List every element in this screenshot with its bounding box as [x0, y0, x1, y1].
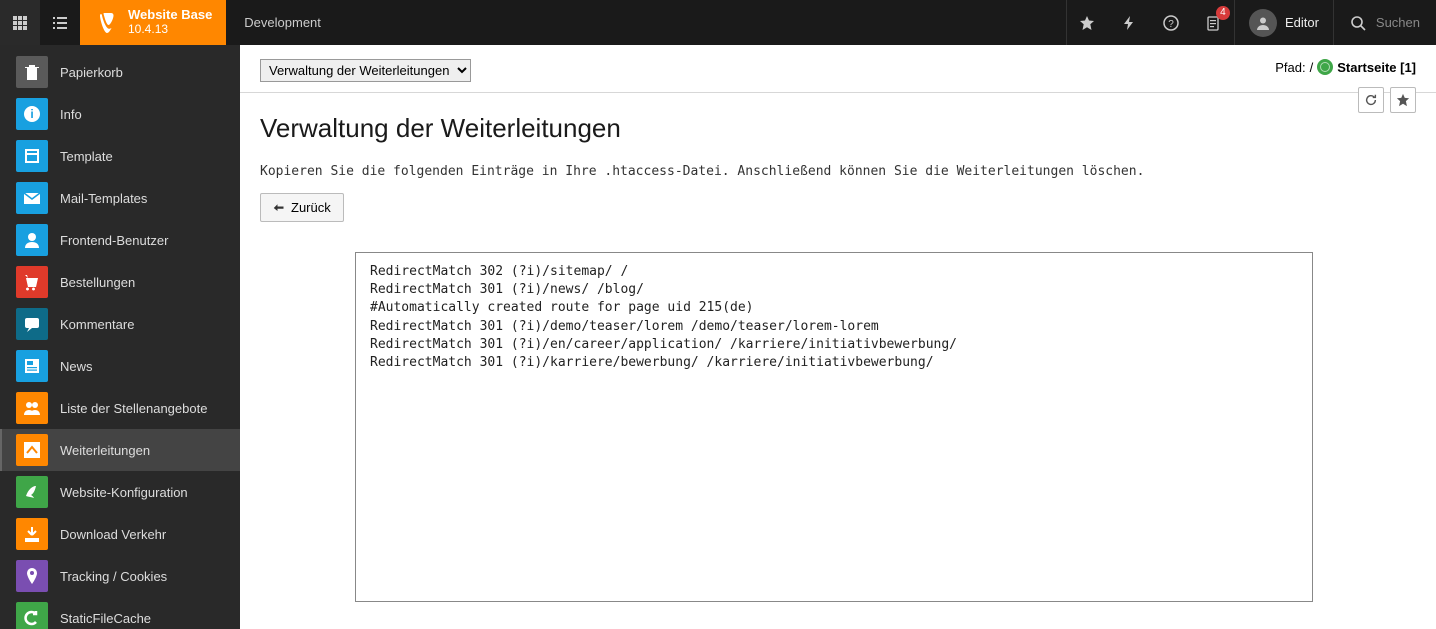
bookmark-page-button[interactable] [1390, 87, 1416, 113]
liste-stellen-icon [16, 392, 48, 424]
typo3-logo-icon [94, 11, 118, 35]
frontend-benutzer-icon [16, 224, 48, 256]
notification-badge: 4 [1216, 6, 1230, 20]
sidebar-item-news[interactable]: News [0, 345, 240, 387]
sidebar-item-template[interactable]: Template [0, 135, 240, 177]
weiterleitungen-icon [16, 434, 48, 466]
template-icon [16, 140, 48, 172]
user-menu[interactable]: Editor [1234, 0, 1333, 45]
staticfilecache-icon [16, 602, 48, 629]
refresh-icon [1364, 93, 1378, 107]
intro-text: Kopieren Sie die folgenden Einträge in I… [260, 164, 1416, 179]
sidebar: Papierkorb i Info Template Mail-Templates Fro… [0, 45, 240, 629]
help-button[interactable]: ? [1150, 0, 1192, 45]
search-icon [1350, 15, 1366, 31]
sidebar-item-kommentare[interactable]: Kommentare [0, 303, 240, 345]
download-verkehr-icon [16, 518, 48, 550]
sidebar-item-label: Mail-Templates [60, 191, 147, 206]
notifications-button[interactable]: 4 [1192, 0, 1234, 45]
mail-templates-icon [16, 182, 48, 214]
sidebar-item-weiterleitungen[interactable]: Weiterleitungen [0, 429, 240, 471]
back-button[interactable]: Zurück [260, 193, 344, 222]
function-select[interactable]: Verwaltung der Weiterleitungen [260, 59, 471, 82]
sidebar-item-label: Frontend-Benutzer [60, 233, 168, 248]
module-grid-button[interactable] [0, 0, 40, 45]
site-title: Website Base [128, 8, 212, 23]
website-konfig-icon [16, 476, 48, 508]
sidebar-item-frontend-benutzer[interactable]: Frontend-Benutzer [0, 219, 240, 261]
sidebar-item-label: Liste der Stellenangebote [60, 401, 207, 416]
path-label: Pfad: [1275, 60, 1305, 75]
sidebar-item-label: Tracking / Cookies [60, 569, 167, 584]
grid-icon [12, 15, 28, 31]
return-icon [273, 202, 285, 214]
news-icon [16, 350, 48, 382]
sidebar-item-label: Info [60, 107, 82, 122]
svg-text:i: i [30, 107, 33, 121]
sidebar-item-label: Bestellungen [60, 275, 135, 290]
sidebar-item-tracking[interactable]: Tracking / Cookies [0, 555, 240, 597]
user-name: Editor [1285, 15, 1319, 30]
search-placeholder: Suchen [1376, 15, 1420, 30]
info-icon: i [16, 98, 48, 130]
tracking-icon [16, 560, 48, 592]
sidebar-item-label: Papierkorb [60, 65, 123, 80]
bolt-icon [1121, 15, 1137, 31]
sidebar-item-mail-templates[interactable]: Mail-Templates [0, 177, 240, 219]
user-icon [1255, 15, 1271, 31]
tree-toggle-button[interactable] [40, 0, 80, 45]
star-icon [1079, 15, 1095, 31]
bestellungen-icon [16, 266, 48, 298]
environment-label: Development [244, 15, 321, 30]
site-version: 10.4.13 [128, 23, 212, 37]
sidebar-item-label: StaticFileCache [60, 611, 151, 626]
sidebar-item-info[interactable]: i Info [0, 93, 240, 135]
sidebar-item-staticfilecache[interactable]: StaticFileCache [0, 597, 240, 629]
search-input[interactable]: Suchen [1333, 0, 1436, 45]
sidebar-item-papierkorb[interactable]: Papierkorb [0, 51, 240, 93]
doc-header: Verwaltung der Weiterleitungen Pfad: / S… [240, 45, 1436, 93]
star-icon [1396, 93, 1410, 107]
avatar [1249, 9, 1277, 37]
sidebar-item-label: News [60, 359, 93, 374]
content: Verwaltung der Weiterleitungen Pfad: / S… [240, 45, 1436, 629]
sidebar-item-liste-stellen[interactable]: Liste der Stellenangebote [0, 387, 240, 429]
sidebar-item-label: Template [60, 149, 113, 164]
topbar-left: Website Base 10.4.13 Development [0, 0, 321, 45]
docheader-actions [1358, 87, 1416, 113]
globe-icon [1317, 59, 1333, 75]
sidebar-item-label: Download Verkehr [60, 527, 166, 542]
htaccess-output[interactable]: RedirectMatch 302 (?i)/sitemap/ / Redire… [355, 252, 1313, 602]
page-title: Verwaltung der Weiterleitungen [260, 113, 1416, 144]
page-title-crumb[interactable]: Startseite [1] [1337, 60, 1416, 75]
path-sep: / [1310, 60, 1314, 75]
topbar: Website Base 10.4.13 Development ? 4 Edi… [0, 0, 1436, 45]
breadcrumb: Pfad: / Startseite [1] [1275, 59, 1416, 75]
body: Verwaltung der Weiterleitungen Kopieren … [240, 93, 1436, 622]
bookmark-button[interactable] [1066, 0, 1108, 45]
papierkorb-icon [16, 56, 48, 88]
kommentare-icon [16, 308, 48, 340]
brand-segment[interactable]: Website Base 10.4.13 [80, 0, 226, 45]
sidebar-item-label: Weiterleitungen [60, 443, 150, 458]
back-label: Zurück [291, 200, 331, 215]
topbar-right: ? 4 Editor Suchen [1066, 0, 1436, 45]
sidebar-item-website-konfig[interactable]: Website-Konfiguration [0, 471, 240, 513]
sidebar-item-label: Kommentare [60, 317, 134, 332]
layout: Papierkorb i Info Template Mail-Templates Fro… [0, 45, 1436, 629]
sidebar-item-bestellungen[interactable]: Bestellungen [0, 261, 240, 303]
help-icon: ? [1163, 15, 1179, 31]
sidebar-item-label: Website-Konfiguration [60, 485, 188, 500]
refresh-button[interactable] [1358, 87, 1384, 113]
brand-text: Website Base 10.4.13 [128, 8, 212, 37]
sidebar-item-download-verkehr[interactable]: Download Verkehr [0, 513, 240, 555]
cache-button[interactable] [1108, 0, 1150, 45]
list-icon [52, 15, 68, 31]
svg-text:?: ? [1168, 19, 1174, 30]
